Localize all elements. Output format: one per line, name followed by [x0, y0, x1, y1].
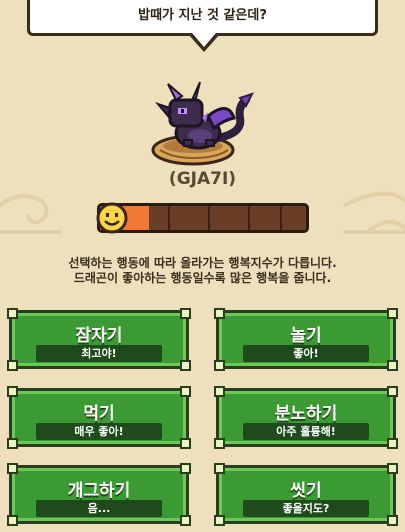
smiley-face-icon	[96, 202, 128, 234]
button-corner	[7, 463, 18, 474]
button-corner	[387, 515, 398, 526]
button-corner	[7, 438, 18, 449]
anger-button[interactable]: 분노하기 아주 훌륭해!	[214, 386, 398, 449]
gag-reaction-label: 음...	[36, 500, 162, 517]
pet-name: (GJA7I)	[168, 169, 237, 189]
eat-button-label: 먹기	[83, 404, 115, 424]
happiness-bar-segment	[248, 206, 250, 230]
eat-button[interactable]: 먹기 매우 좋아!	[7, 386, 191, 449]
anger-reaction-label: 아주 훌륭해!	[243, 423, 369, 440]
button-corner	[387, 360, 398, 371]
gag-button[interactable]: 개그하기 음...	[7, 463, 191, 526]
happiness-bar-segment	[280, 206, 282, 230]
happiness-description: 선택하는 행동에 따라 올라가는 행복지수가 다릅니다. 드래곤이 좋아하는 행…	[0, 256, 405, 286]
button-corner	[387, 386, 398, 397]
anger-button-label: 분노하기	[274, 404, 338, 424]
button-corner	[387, 438, 398, 449]
button-corner	[7, 515, 18, 526]
wash-button[interactable]: 씻기 좋을지도?	[214, 463, 398, 526]
wash-reaction-label: 좋을지도?	[243, 500, 369, 517]
description-line-2: 드래곤이 좋아하는 행동일수록 많은 행복을 줍니다.	[73, 271, 332, 285]
button-corner	[7, 360, 18, 371]
speech-bubble-tail-inner	[192, 33, 216, 47]
button-corner	[214, 360, 225, 371]
wash-button-label: 씻기	[290, 481, 322, 501]
button-corner	[214, 308, 225, 319]
button-corner	[214, 463, 225, 474]
button-corner	[180, 386, 191, 397]
button-corner	[387, 308, 398, 319]
speech-bubble: 밥때가 지난 것 같은데?	[27, 0, 378, 36]
play-button-label: 놀기	[290, 326, 322, 346]
play-reaction-label: 좋아!	[243, 345, 369, 362]
button-corner	[180, 438, 191, 449]
button-corner	[214, 515, 225, 526]
description-line-1: 선택하는 행동에 따라 올라가는 행복지수가 다릅니다.	[68, 256, 337, 270]
button-corner	[7, 386, 18, 397]
play-button[interactable]: 놀기 좋아!	[214, 308, 398, 371]
button-corner	[180, 463, 191, 474]
sleep-button-label: 잠자기	[75, 326, 123, 346]
speech-bubble-text: 밥때가 지난 것 같은데?	[138, 8, 267, 23]
button-corner	[214, 386, 225, 397]
sleep-reaction-label: 최고야!	[36, 345, 162, 362]
happiness-bar-segment	[208, 206, 210, 230]
happiness-bar-segment	[168, 206, 170, 230]
gag-button-label: 개그하기	[67, 481, 131, 501]
button-corner	[180, 360, 191, 371]
button-corner	[214, 438, 225, 449]
eat-reaction-label: 매우 좋아!	[36, 423, 162, 440]
button-corner	[180, 515, 191, 526]
button-corner	[387, 463, 398, 474]
button-corner	[180, 308, 191, 319]
dragon-sprite-icon[interactable]	[148, 78, 258, 168]
button-corner	[7, 308, 18, 319]
sleep-button[interactable]: 잠자기 최고야!	[7, 308, 191, 371]
